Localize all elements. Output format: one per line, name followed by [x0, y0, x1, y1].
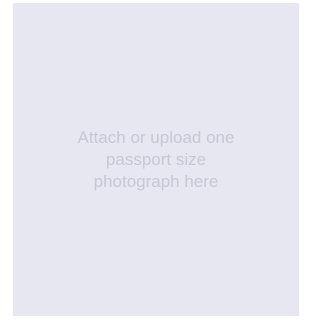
upload-instruction-text: Attach or upload one passport size photo… [77, 127, 235, 191]
photo-upload-dropzone[interactable]: Attach or upload one passport size photo… [13, 3, 299, 316]
